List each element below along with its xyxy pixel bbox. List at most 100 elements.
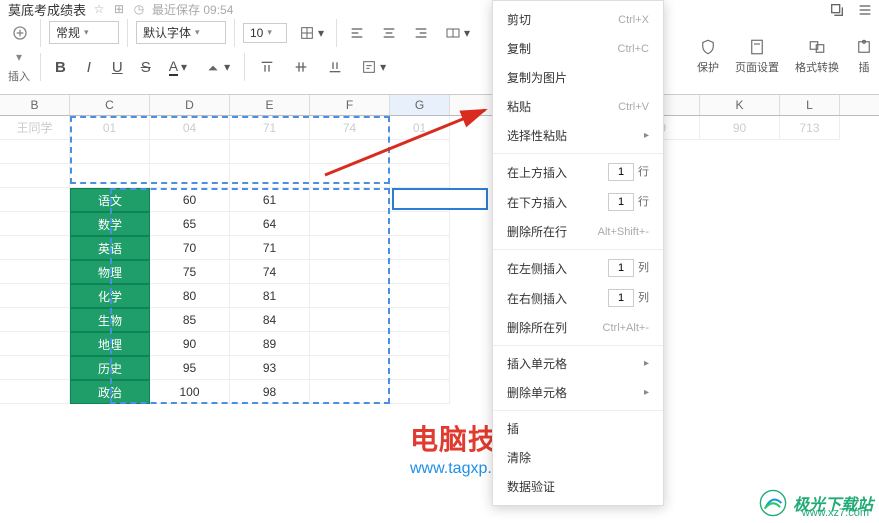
cell[interactable]: 70 xyxy=(150,236,230,260)
cell[interactable]: 74 xyxy=(310,116,390,140)
cell[interactable]: 98 xyxy=(230,380,310,404)
cell[interactable]: 80 xyxy=(150,284,230,308)
cell[interactable]: 61 xyxy=(230,188,310,212)
subject-header[interactable]: 数学 xyxy=(70,212,150,236)
cell[interactable]: 90 xyxy=(700,116,780,140)
col-header-f[interactable]: F xyxy=(310,95,390,115)
star-icon[interactable]: ☆ xyxy=(92,2,106,16)
cell[interactable]: 713 xyxy=(780,116,840,140)
table-row: 英语 70 71 xyxy=(0,236,879,260)
subject-header[interactable]: 历史 xyxy=(70,356,150,380)
ctx-paste-special[interactable]: 选择性粘贴▸ xyxy=(493,121,663,150)
col-header-k[interactable]: K xyxy=(700,95,780,115)
cols-left-input[interactable] xyxy=(608,259,634,277)
cell[interactable]: 75 xyxy=(150,260,230,284)
bold-button[interactable]: B xyxy=(51,56,70,79)
ctx-data-validation[interactable]: 数据验证 xyxy=(493,472,663,501)
plugin-button[interactable]: 插 xyxy=(855,38,873,75)
cell[interactable]: 93 xyxy=(230,356,310,380)
cell[interactable]: 71 xyxy=(230,236,310,260)
table-row: 化学 80 81 xyxy=(0,284,879,308)
ctx-paste[interactable]: 粘贴Ctrl+V xyxy=(493,92,663,121)
subject-header[interactable]: 政治 xyxy=(70,380,150,404)
subject-header[interactable]: 物理 xyxy=(70,260,150,284)
border-icon[interactable]: ▾ xyxy=(295,22,328,44)
subject-header[interactable]: 英语 xyxy=(70,236,150,260)
table-row: 生物 85 84 xyxy=(0,308,879,332)
cell[interactable]: 64 xyxy=(230,212,310,236)
col-header-l[interactable]: L xyxy=(780,95,840,115)
col-header-d[interactable]: D xyxy=(150,95,230,115)
protect-button[interactable]: 保护 xyxy=(697,38,719,75)
cell[interactable]: 71 xyxy=(230,116,310,140)
strike-button[interactable]: S xyxy=(137,56,155,79)
valign-top-icon[interactable] xyxy=(255,56,279,78)
ctx-insert-right[interactable]: 在右侧插入列 xyxy=(493,283,663,313)
style-dropdown[interactable]: 常规▾ xyxy=(49,21,119,44)
share-icon[interactable] xyxy=(829,2,845,18)
subject-header[interactable]: 地理 xyxy=(70,332,150,356)
fill-color-button[interactable]: ▾ xyxy=(201,56,234,78)
ctx-clear[interactable]: 清除 xyxy=(493,443,663,472)
cell[interactable]: 81 xyxy=(230,284,310,308)
italic-button[interactable]: I xyxy=(80,56,98,79)
menu-icon[interactable] xyxy=(857,2,873,18)
font-dropdown[interactable]: 默认字体▾ xyxy=(136,21,226,44)
subject-header[interactable]: 化学 xyxy=(70,284,150,308)
font-color-button[interactable]: A▾ xyxy=(165,55,191,79)
selected-cell[interactable] xyxy=(392,188,488,210)
merge-icon[interactable]: ▾ xyxy=(441,22,474,44)
subject-header[interactable]: 语文 xyxy=(70,188,150,212)
cell[interactable]: 01 xyxy=(390,116,450,140)
ctx-copy[interactable]: 复制Ctrl+C xyxy=(493,34,663,63)
align-left-icon[interactable] xyxy=(345,22,369,44)
cell[interactable]: 04 xyxy=(150,116,230,140)
cols-right-input[interactable] xyxy=(608,289,634,307)
cell[interactable]: 65 xyxy=(150,212,230,236)
col-header-e[interactable]: E xyxy=(230,95,310,115)
add-tab-icon[interactable]: ⊞ xyxy=(112,2,126,16)
subject-header[interactable]: 生物 xyxy=(70,308,150,332)
cell[interactable]: 90 xyxy=(150,332,230,356)
ctx-delete-row[interactable]: 删除所在行Alt+Shift+- xyxy=(493,217,663,246)
cell[interactable]: 89 xyxy=(230,332,310,356)
page-setup-button[interactable]: 页面设置 xyxy=(735,38,779,75)
underline-button[interactable]: U xyxy=(108,56,127,79)
wrap-icon[interactable]: ▾ xyxy=(357,56,390,78)
cell[interactable]: 85 xyxy=(150,308,230,332)
ctx-insert-below[interactable]: 在下方插入行 xyxy=(493,187,663,217)
cell[interactable]: 84 xyxy=(230,308,310,332)
rows-below-input[interactable] xyxy=(608,193,634,211)
ctx-insert-above[interactable]: 在上方插入行 xyxy=(493,157,663,187)
col-header-b[interactable]: B xyxy=(0,95,70,115)
ctx-insert[interactable]: 插 xyxy=(493,414,663,443)
fontsize-dropdown[interactable]: 10▾ xyxy=(243,23,287,43)
add-icon[interactable] xyxy=(8,22,32,44)
cell[interactable]: 60 xyxy=(150,188,230,212)
ctx-delete-cell[interactable]: 删除单元格▸ xyxy=(493,378,663,407)
cell[interactable]: 01 xyxy=(70,116,150,140)
valign-mid-icon[interactable] xyxy=(289,56,313,78)
align-center-icon[interactable] xyxy=(377,22,401,44)
table-row: 历史 95 93 xyxy=(0,356,879,380)
ctx-cut[interactable]: 剪切Ctrl+X xyxy=(493,5,663,34)
table-row: 物理 75 74 xyxy=(0,260,879,284)
rows-above-input[interactable] xyxy=(608,163,634,181)
cell[interactable]: 74 xyxy=(230,260,310,284)
insert-label[interactable]: 插入 xyxy=(8,68,30,84)
clock-icon: ◷ xyxy=(132,2,146,16)
format-convert-button[interactable]: 格式转换 xyxy=(795,38,839,75)
cell[interactable]: 王同学 xyxy=(0,116,70,140)
col-header-c[interactable]: C xyxy=(70,95,150,115)
ctx-delete-col[interactable]: 删除所在列Ctrl+Alt+- xyxy=(493,313,663,342)
cell[interactable]: 100 xyxy=(150,380,230,404)
align-right-icon[interactable] xyxy=(409,22,433,44)
ctx-copy-as-image[interactable]: 复制为图片 xyxy=(493,63,663,92)
ctx-insert-left[interactable]: 在左侧插入列 xyxy=(493,253,663,283)
ctx-insert-cell[interactable]: 插入单元格▸ xyxy=(493,349,663,378)
valign-bot-icon[interactable] xyxy=(323,56,347,78)
save-status: 最近保存 09:54 xyxy=(152,1,233,18)
col-header-g[interactable]: G xyxy=(390,95,450,115)
table-row: 地理 90 89 xyxy=(0,332,879,356)
cell[interactable]: 95 xyxy=(150,356,230,380)
